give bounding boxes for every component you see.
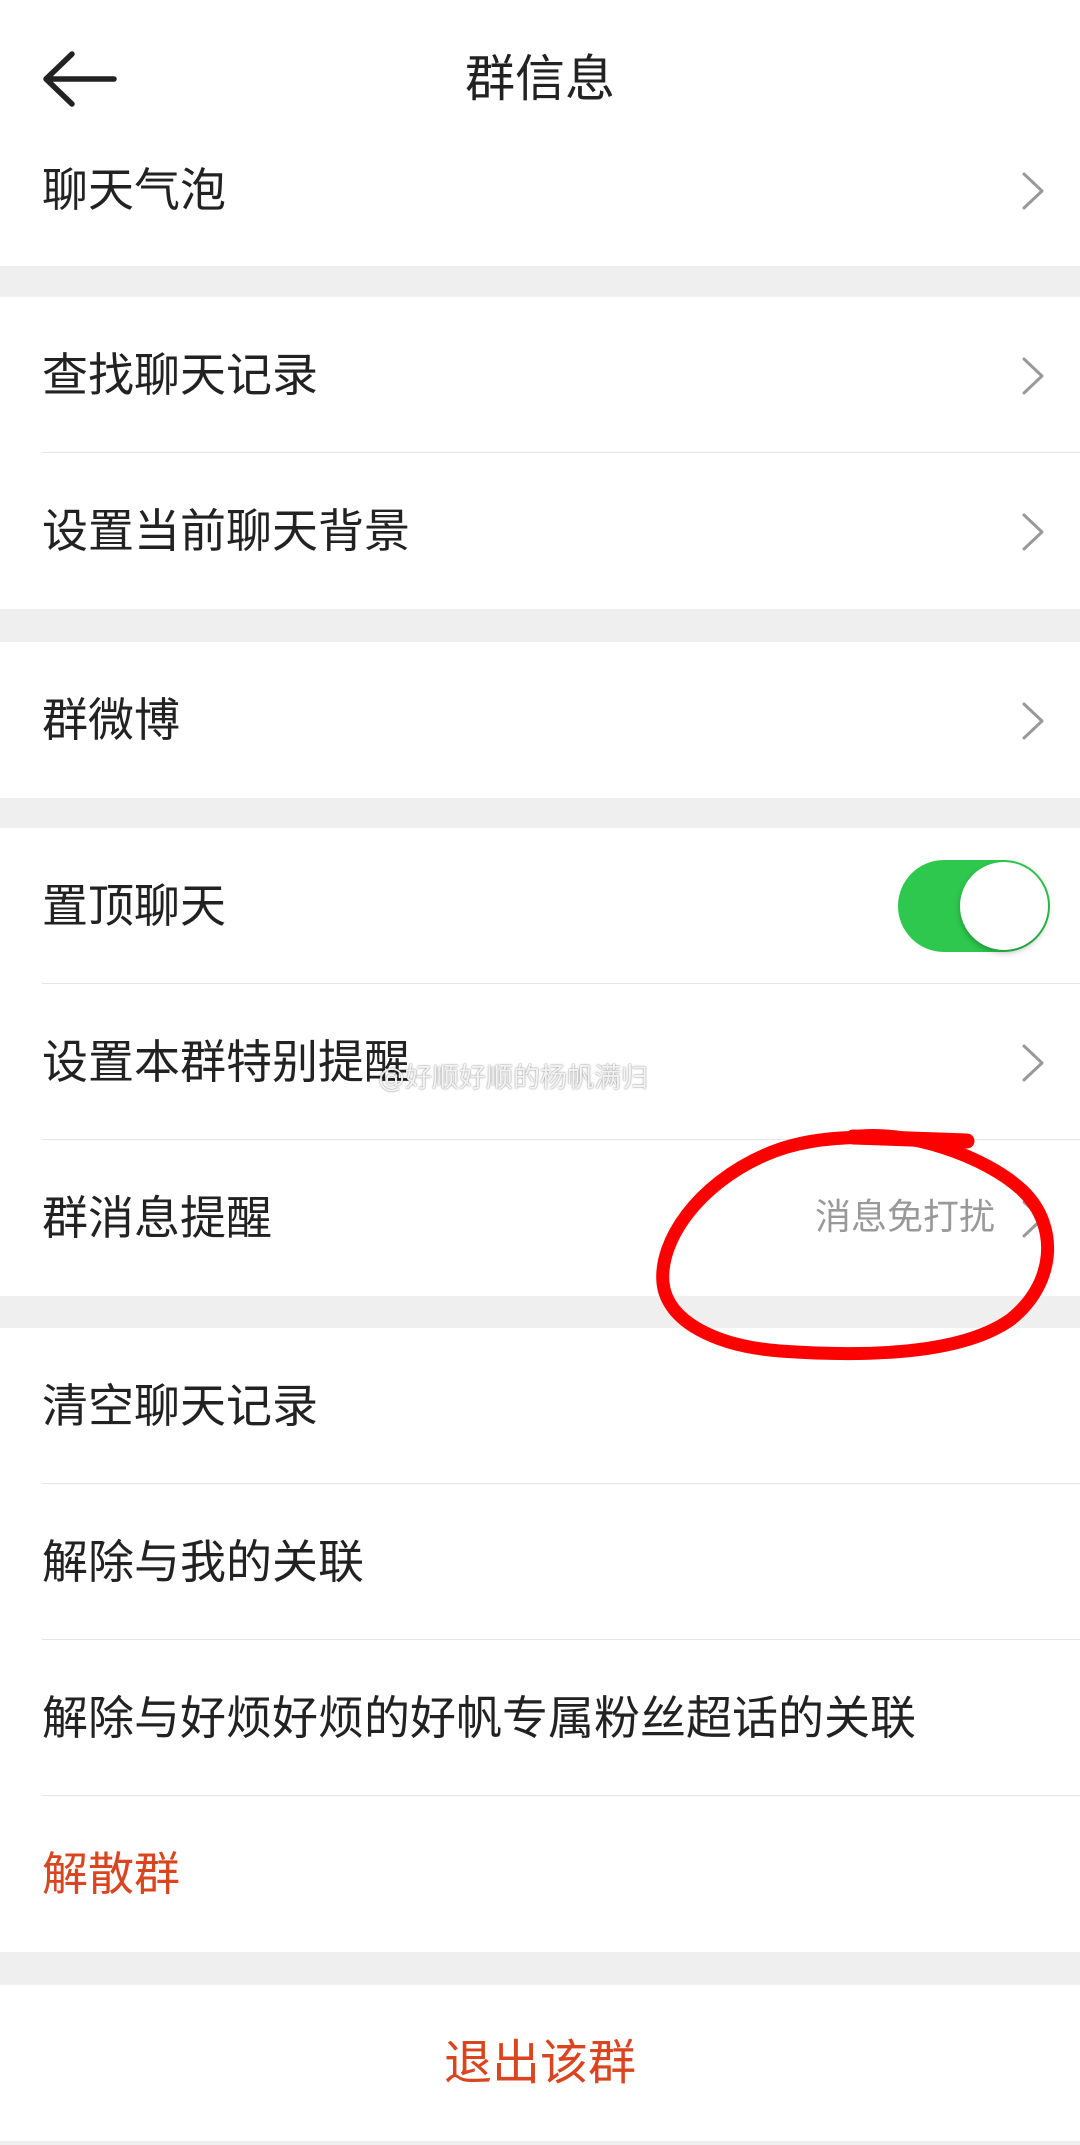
row-chat-bubble[interactable]: 聊天气泡 (0, 110, 1080, 266)
row-message-reminder[interactable]: 群消息提醒 消息免打扰 (0, 1140, 1080, 1296)
row-unlink-me[interactable]: 解除与我的关联 (0, 1484, 1080, 1640)
section-actions: 清空聊天记录 解除与我的关联 解除与好烦好烦的好帆专属粉丝超话的关联 解散群 (0, 1328, 1080, 1952)
row-dissolve-group[interactable]: 解散群 (0, 1796, 1080, 1952)
row-special-reminder[interactable]: 设置本群特别提醒 (0, 984, 1080, 1140)
row-label: 查找聊天记录 (42, 348, 318, 402)
row-label: 设置本群特别提醒 (42, 1035, 410, 1089)
chevron-right-icon (1022, 357, 1044, 395)
row-label: 解除与我的关联 (42, 1535, 364, 1589)
toggle-knob (960, 862, 1048, 950)
page-title: 群信息 (465, 50, 615, 108)
row-clear-history[interactable]: 清空聊天记录 (0, 1328, 1080, 1484)
row-label: 设置当前聊天背景 (42, 504, 410, 558)
section-appearance: 聊天气泡 (0, 110, 1080, 266)
quit-group-button[interactable]: 退出该群 (0, 1985, 1080, 2141)
section-history: 查找聊天记录 设置当前聊天背景 (0, 297, 1080, 609)
chevron-right-icon (1022, 702, 1044, 740)
row-group-weibo[interactable]: 群微博 (0, 642, 1080, 798)
chevron-right-icon (1022, 1200, 1044, 1238)
row-label: 聊天气泡 (42, 163, 226, 217)
row-search-history[interactable]: 查找聊天记录 (0, 297, 1080, 453)
row-unlink-supertopic[interactable]: 解除与好烦好烦的好帆专属粉丝超话的关联 (0, 1640, 1080, 1796)
row-chat-background[interactable]: 设置当前聊天背景 (0, 453, 1080, 609)
chevron-right-icon (1022, 172, 1044, 210)
section-group-weibo: 群微博 (0, 642, 1080, 798)
row-label: 群微博 (42, 693, 180, 747)
row-pin-chat: 置顶聊天 (0, 828, 1080, 984)
pin-chat-toggle[interactable] (898, 860, 1050, 952)
row-label: 置顶聊天 (42, 879, 226, 933)
row-label: 清空聊天记录 (42, 1379, 318, 1433)
section-notifications: 置顶聊天 设置本群特别提醒 群消息提醒 消息免打扰 (0, 828, 1080, 1296)
reminder-value: 消息免打扰 (814, 1197, 995, 1238)
chevron-right-icon (1022, 1044, 1044, 1082)
chevron-right-icon (1022, 513, 1044, 551)
dissolve-group-label: 解散群 (42, 1847, 180, 1901)
row-label: 群消息提醒 (42, 1191, 272, 1245)
row-label: 解除与好烦好烦的好帆专属粉丝超话的关联 (42, 1691, 916, 1745)
